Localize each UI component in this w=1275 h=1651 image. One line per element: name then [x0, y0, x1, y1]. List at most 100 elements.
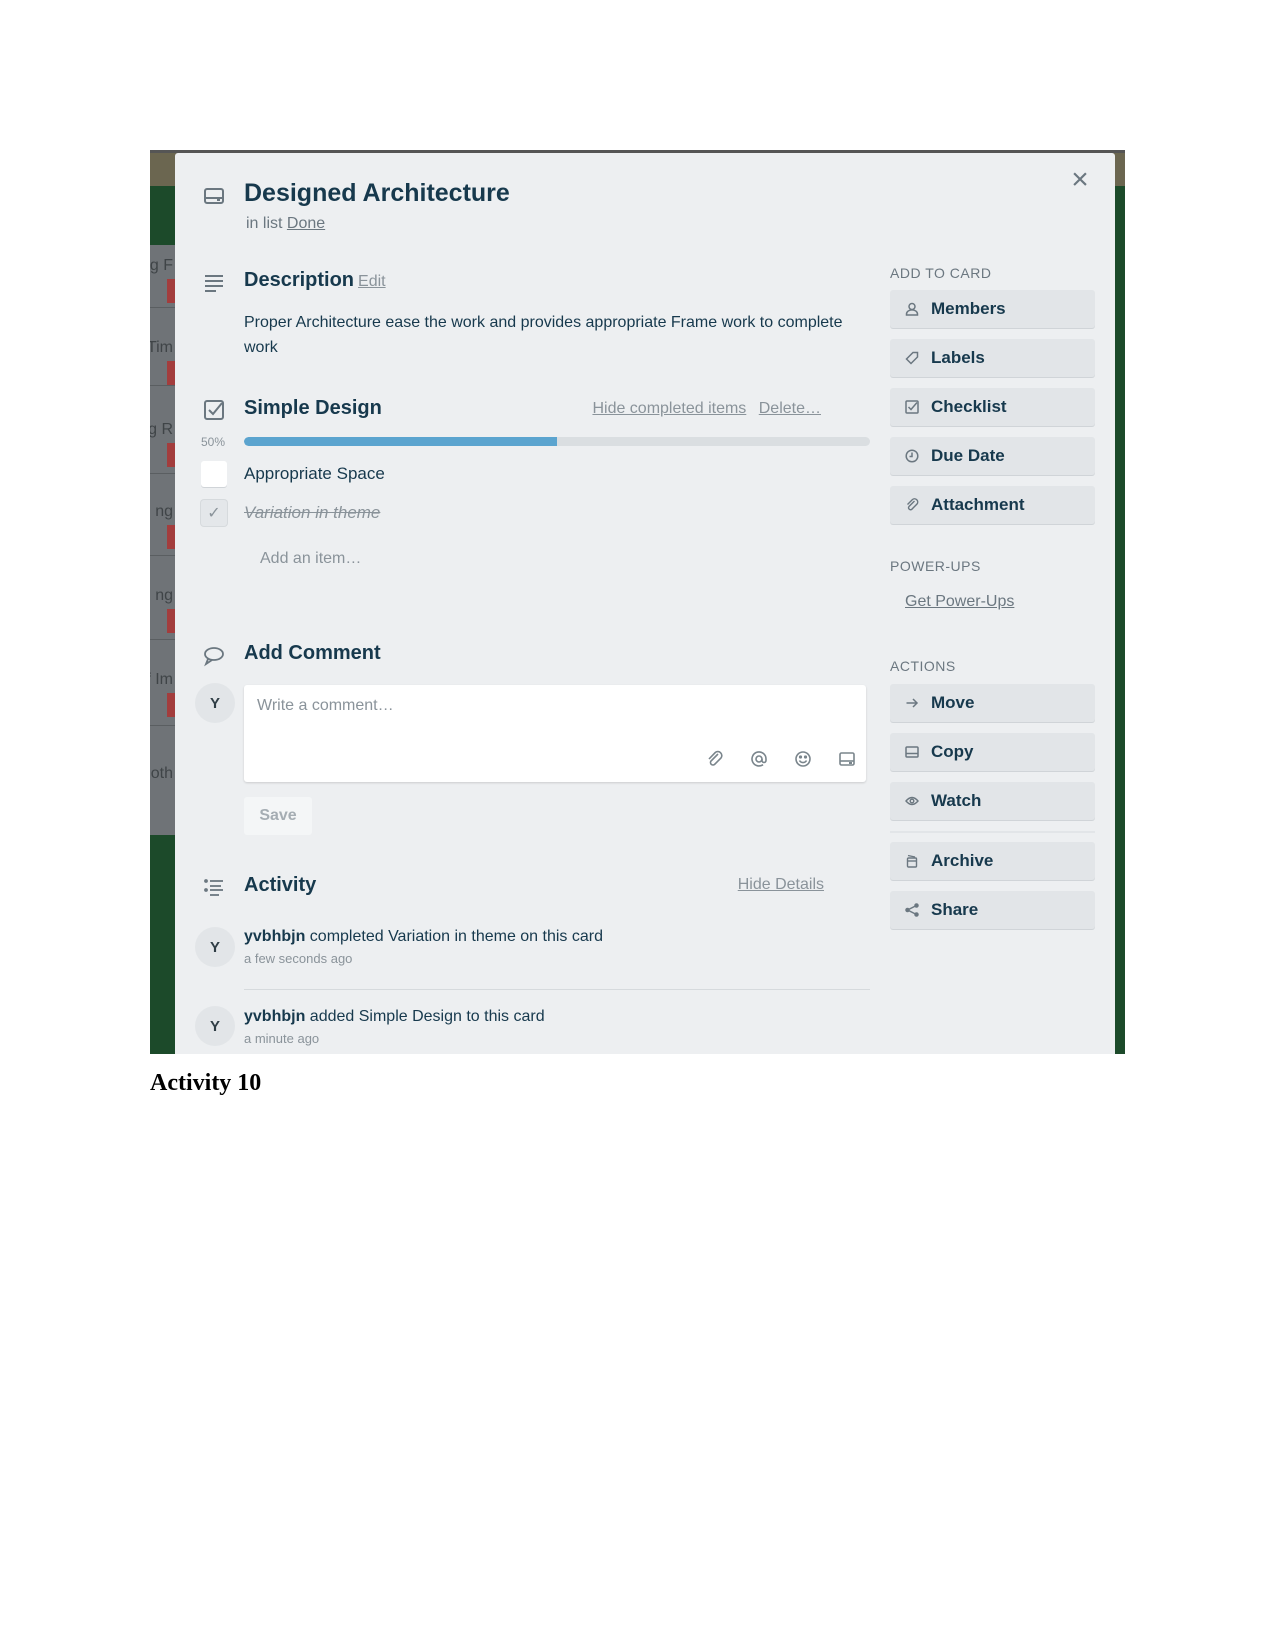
save-comment-button[interactable]: Save	[244, 797, 312, 835]
checklist-icon	[905, 400, 919, 414]
checklist-item-checkbox[interactable]: ✓	[201, 500, 227, 526]
checkmark-icon: ✓	[207, 505, 221, 522]
arrow-right-icon	[905, 696, 919, 710]
clock-icon	[905, 449, 919, 463]
board-card-badge	[167, 279, 175, 303]
board-card[interactable]: f Im	[150, 669, 175, 717]
description-heading: Description Edit	[244, 269, 386, 292]
board-divider	[150, 725, 175, 726]
comment-box	[244, 685, 866, 782]
attachment-icon	[905, 498, 919, 512]
checklist-actions: Hide completed items Delete…	[584, 400, 821, 418]
board-card[interactable]: ng R	[150, 419, 175, 467]
board-card-text: ng R	[150, 421, 173, 438]
board-card[interactable]: ng .	[150, 501, 175, 549]
board-card-text: ng F	[150, 257, 173, 274]
board-card[interactable]: ng (	[150, 585, 175, 633]
close-button[interactable]: ×	[1067, 165, 1093, 195]
add-to-card-heading: ADD TO CARD	[890, 265, 992, 281]
attachment-button[interactable]: Attachment	[890, 486, 1095, 524]
share-button[interactable]: Share	[890, 891, 1095, 929]
board-card-text: ng .	[150, 503, 173, 520]
board-card-badge	[167, 609, 175, 633]
avatar[interactable]: Y	[195, 1006, 235, 1046]
checklist-button[interactable]: Checklist	[890, 388, 1095, 426]
copy-button[interactable]: Copy	[890, 733, 1095, 771]
card-icon	[905, 745, 919, 759]
activity-item: yvbhbjn completed Variation in theme on …	[244, 928, 870, 966]
members-button-label: Members	[931, 299, 1006, 318]
due-date-button[interactable]: Due Date	[890, 437, 1095, 475]
member-icon	[905, 302, 919, 316]
activity-user[interactable]: yvbhbjn	[244, 928, 305, 945]
checklist-item-checkbox[interactable]	[201, 461, 227, 487]
board-card-text: f Im	[150, 671, 173, 688]
close-icon: ×	[1071, 163, 1089, 196]
checklist-progress-fill	[244, 437, 557, 446]
attachment-icon[interactable]	[706, 750, 724, 768]
card-icon[interactable]	[838, 750, 856, 768]
avatar[interactable]: Y	[195, 683, 235, 723]
description-icon	[203, 272, 225, 294]
mention-icon[interactable]	[750, 750, 768, 768]
label-icon	[905, 351, 919, 365]
board-card-text: noth	[150, 765, 173, 782]
checklist-item-label[interactable]: Variation in theme	[244, 503, 380, 523]
activity-text: yvbhbjn completed Variation in theme on …	[244, 928, 870, 946]
move-button-label: Move	[931, 693, 975, 712]
board-card[interactable]: Tim	[150, 337, 175, 385]
activity-time[interactable]: a few seconds ago	[244, 951, 870, 966]
activity-icon	[203, 877, 225, 899]
checklist-item: ✓ Variation in theme	[201, 500, 380, 526]
board-card-text: ng (	[150, 587, 173, 604]
sidebar-divider	[890, 831, 1095, 833]
board-divider	[150, 385, 175, 386]
board-divider	[150, 307, 175, 308]
comment-tools	[706, 750, 856, 768]
archive-button[interactable]: Archive	[890, 842, 1095, 880]
checklist-item-label[interactable]: Appropriate Space	[244, 464, 385, 484]
hide-completed-items-link[interactable]: Hide completed items	[592, 400, 746, 417]
activity-user[interactable]: yvbhbjn	[244, 1008, 305, 1025]
board-card-badge	[167, 693, 175, 717]
labels-button-label: Labels	[931, 348, 985, 367]
edit-description-link[interactable]: Edit	[358, 273, 386, 290]
board-card-badge	[167, 361, 175, 385]
move-button[interactable]: Move	[890, 684, 1095, 722]
watch-button-label: Watch	[931, 791, 982, 810]
comment-input[interactable]	[257, 697, 847, 715]
board-card-text: Tim	[150, 339, 173, 356]
activity-time[interactable]: a minute ago	[244, 1031, 870, 1046]
comment-icon	[203, 645, 225, 667]
members-button[interactable]: Members	[890, 290, 1095, 328]
share-button-label: Share	[931, 900, 979, 919]
hide-details-link[interactable]: Hide Details	[738, 876, 824, 894]
card-title[interactable]: Designed Architecture	[244, 179, 510, 208]
delete-checklist-link[interactable]: Delete…	[759, 400, 821, 417]
share-icon	[905, 903, 919, 917]
power-ups-heading: POWER-UPS	[890, 558, 981, 574]
board-list-background: ng F Tim ng R ng . ng ( f Im noth	[150, 245, 175, 835]
due-date-button-label: Due Date	[931, 446, 1005, 465]
archive-button-label: Archive	[931, 851, 994, 870]
checklist-item: Appropriate Space	[201, 461, 385, 487]
list-link[interactable]: Done	[287, 215, 325, 232]
board-divider	[150, 473, 175, 474]
labels-button[interactable]: Labels	[890, 339, 1095, 377]
watch-button[interactable]: Watch	[890, 782, 1095, 820]
checklist-progress-percent: 50%	[201, 435, 226, 449]
board-card[interactable]: ng F	[150, 255, 175, 303]
get-power-ups-link[interactable]: Get Power-Ups	[905, 593, 1014, 611]
description-text[interactable]: Proper Architecture ease the work and pr…	[244, 310, 844, 360]
board-divider	[150, 639, 175, 640]
avatar[interactable]: Y	[195, 927, 235, 967]
card-icon	[203, 185, 225, 207]
board-add-card[interactable]: noth	[150, 763, 175, 785]
document-caption: Activity 10	[150, 1070, 262, 1096]
attachment-button-label: Attachment	[931, 495, 1025, 514]
add-checklist-item-button[interactable]: Add an item…	[260, 550, 361, 568]
eye-icon	[905, 794, 919, 808]
activity-action: added Simple Design to this card	[309, 1008, 545, 1025]
checklist-title[interactable]: Simple Design	[244, 397, 382, 420]
emoji-icon[interactable]	[794, 750, 812, 768]
